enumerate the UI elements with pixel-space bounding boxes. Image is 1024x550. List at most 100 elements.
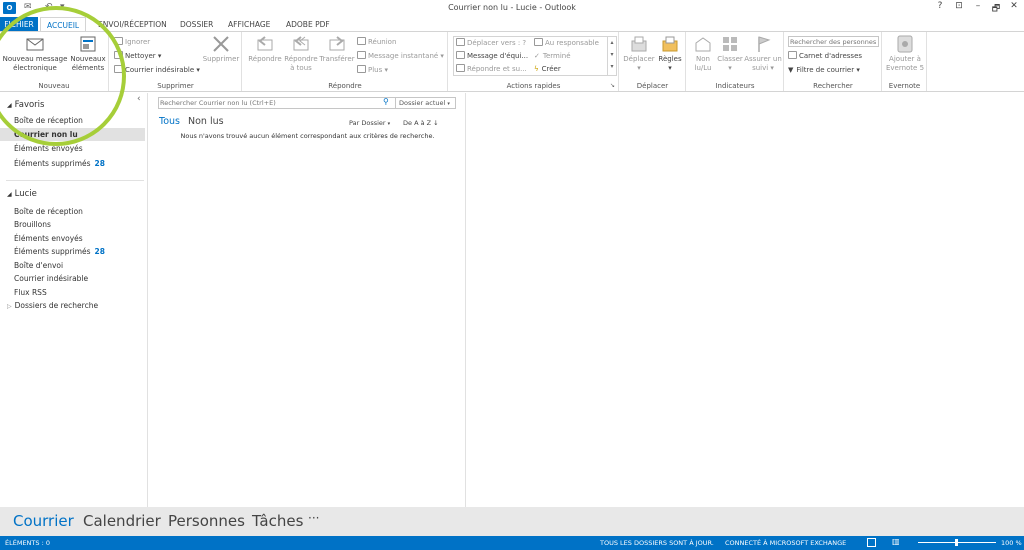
group-repondre: Répondre Répondre à tous Transférer Réun… <box>243 32 448 91</box>
status-connection[interactable]: CONNECTÉ À MICROSOFT EXCHANGE <box>725 539 846 547</box>
quick-step-reply-delete[interactable]: Répondre et su... <box>456 64 527 74</box>
reply-all-icon <box>291 35 311 53</box>
ribbon-display-button[interactable]: ⊡ <box>951 1 967 11</box>
quick-step-create[interactable]: ϟ Créer <box>534 64 561 74</box>
group-label-actions-rapides: Actions rapides <box>506 82 561 90</box>
junk-button[interactable]: Courrier indésirable ▾ <box>114 65 200 75</box>
search-mail-input[interactable] <box>160 98 380 108</box>
forward-button[interactable]: Transférer <box>318 35 356 64</box>
fav-sent-items[interactable]: Éléments envoyés <box>14 144 83 153</box>
nav-tasks[interactable]: Tâches <box>252 512 303 530</box>
search-icon[interactable]: ⚲ <box>383 97 389 106</box>
collapse-folder-pane-button[interactable]: ‹ <box>137 94 141 104</box>
unread-read-button[interactable]: Non lu/Lu <box>689 35 717 73</box>
close-button[interactable]: ✕ <box>1006 1 1022 11</box>
group-label-rechercher: Rechercher <box>813 82 853 90</box>
chevron-down-icon: ▾ <box>447 101 450 107</box>
folder-outbox[interactable]: Boîte d'envoi <box>14 261 63 270</box>
move-button[interactable]: Déplacer ▾ <box>622 35 656 73</box>
folder-drafts[interactable]: Brouillons <box>14 220 51 229</box>
im-button[interactable]: Message instantané ▾ <box>357 51 444 61</box>
folder-inbox[interactable]: Boîte de réception <box>14 207 83 216</box>
nav-calendar[interactable]: Calendrier <box>83 512 161 530</box>
quick-step-to-manager[interactable]: Au responsable <box>534 38 599 48</box>
title-bar: O ✉ ↶ ▾ Courrier non lu - Lucie - Outloo… <box>0 0 1024 17</box>
quick-steps-gallery[interactable]: Déplacer vers : ? Message d'équi... Répo… <box>453 36 617 76</box>
fav-unread-mail[interactable]: Courrier non lu <box>14 130 78 139</box>
lightning-icon: ϟ <box>534 65 539 73</box>
search-scope-dropdown[interactable]: Dossier actuel ▾ <box>395 98 456 108</box>
envelope-icon <box>25 35 45 53</box>
folder-search-folders[interactable]: ▷ Dossiers de recherche <box>7 301 98 310</box>
nav-people[interactable]: Personnes <box>168 512 245 530</box>
clean-up-icon <box>114 51 123 59</box>
tab-dossier[interactable]: DOSSIER <box>174 17 219 32</box>
folder-junk[interactable]: Courrier indésirable <box>14 274 88 283</box>
new-items-button[interactable]: Nouveaux éléments <box>68 35 108 73</box>
clean-up-button[interactable]: Nettoyer ▾ <box>114 51 161 61</box>
ignore-button[interactable]: Ignorer <box>114 37 150 47</box>
zoom-level[interactable]: 100 % <box>1001 539 1022 547</box>
delete-x-icon <box>211 35 231 53</box>
status-bar: ÉLÉMENTS : 0 TOUS LES DOSSIERS SONT À JO… <box>0 536 1024 550</box>
new-email-button[interactable]: Nouveau message électronique <box>2 35 68 73</box>
quick-step-done[interactable]: ✓ Terminé <box>534 51 571 61</box>
tab-envoi-reception[interactable]: ENVOI/RÉCEPTION <box>92 17 173 32</box>
rules-button[interactable]: Règles ▾ <box>655 35 685 73</box>
group-label-deplacer: Déplacer <box>636 82 669 90</box>
expand-triangle-icon: ◢ <box>7 191 12 198</box>
meeting-icon <box>357 37 366 45</box>
filter-unread-tab[interactable]: Non lus <box>188 116 224 127</box>
delete-button[interactable]: Supprimer <box>202 35 240 64</box>
filter-all-tab[interactable]: Tous <box>159 116 180 127</box>
reply-button[interactable]: Répondre <box>245 35 285 64</box>
filter-email-button[interactable]: ▼ Filtre de courrier ▾ <box>788 65 860 75</box>
sort-order-toggle[interactable]: De A à Z ↓ <box>403 119 439 127</box>
minimize-button[interactable]: – <box>970 1 986 11</box>
search-box: ⚲ Dossier actuel ▾ <box>158 97 456 109</box>
team-email-icon <box>456 51 465 59</box>
more-icon <box>357 65 366 73</box>
nav-more-button[interactable]: ··· <box>308 511 319 525</box>
sort-by-dropdown[interactable]: Par Dossier ▾ <box>349 119 390 127</box>
window-title: Courrier non lu - Lucie - Outlook <box>448 3 576 12</box>
folder-deleted-items[interactable]: Éléments supprimés 28 <box>14 247 105 256</box>
add-to-evernote-button[interactable]: Ajouter à Evernote 5 <box>884 35 926 73</box>
expand-triangle-icon: ◢ <box>7 102 12 109</box>
open-envelope-icon <box>693 35 713 53</box>
move-icon <box>629 35 649 53</box>
more-button[interactable]: Plus ▾ <box>357 65 388 75</box>
reply-all-button[interactable]: Répondre à tous <box>281 35 321 73</box>
favorites-header[interactable]: ◢ Favoris <box>7 100 44 110</box>
nav-mail[interactable]: Courrier <box>13 512 74 530</box>
reading-view-icon[interactable]: ▥ <box>892 537 900 546</box>
group-nouveau: Nouveau message électronique Nouveaux él… <box>0 32 109 91</box>
categorize-button[interactable]: Classer ▾ <box>716 35 744 73</box>
folder-pane: ‹ ◢ Favoris Boîte de réception Courrier n… <box>0 93 148 507</box>
search-people-input[interactable] <box>788 36 879 47</box>
account-header[interactable]: ◢ Lucie <box>7 189 37 199</box>
folder-sent-items[interactable]: Éléments envoyés <box>14 234 83 243</box>
help-button[interactable]: ? <box>932 1 948 11</box>
check-icon: ✓ <box>534 52 540 60</box>
fav-inbox[interactable]: Boîte de réception <box>14 116 83 125</box>
ignore-icon <box>114 37 123 45</box>
quick-step-move-to[interactable]: Déplacer vers : ? <box>456 38 526 48</box>
normal-view-icon[interactable] <box>867 538 876 547</box>
zoom-slider-thumb[interactable] <box>955 539 958 546</box>
reading-pane <box>467 93 1024 507</box>
quick-step-team-email[interactable]: Message d'équi... <box>456 51 528 61</box>
maximize-button[interactable]: 🗗 <box>988 1 1004 17</box>
tab-fichier[interactable]: FICHIER <box>0 17 38 32</box>
follow-up-button[interactable]: Assurer un suivi ▾ <box>743 35 783 73</box>
folder-rss[interactable]: Flux RSS <box>14 288 47 297</box>
fav-deleted-items[interactable]: Éléments supprimés 28 <box>14 159 105 168</box>
dialog-launcher-icon[interactable]: ↘ <box>610 82 615 89</box>
tab-adobe-pdf[interactable]: ADOBE PDF <box>280 17 336 32</box>
gallery-scroll[interactable]: ▴ ▾ ▾ <box>607 37 616 75</box>
address-book-button[interactable]: Carnet d'adresses <box>788 51 862 61</box>
tab-affichage[interactable]: AFFICHAGE <box>222 17 276 32</box>
meeting-button[interactable]: Réunion <box>357 37 396 47</box>
group-rechercher: Carnet d'adresses ▼Filtre de courrier ▾ … <box>785 32 882 91</box>
chevron-down-icon: ▾ <box>387 121 391 127</box>
